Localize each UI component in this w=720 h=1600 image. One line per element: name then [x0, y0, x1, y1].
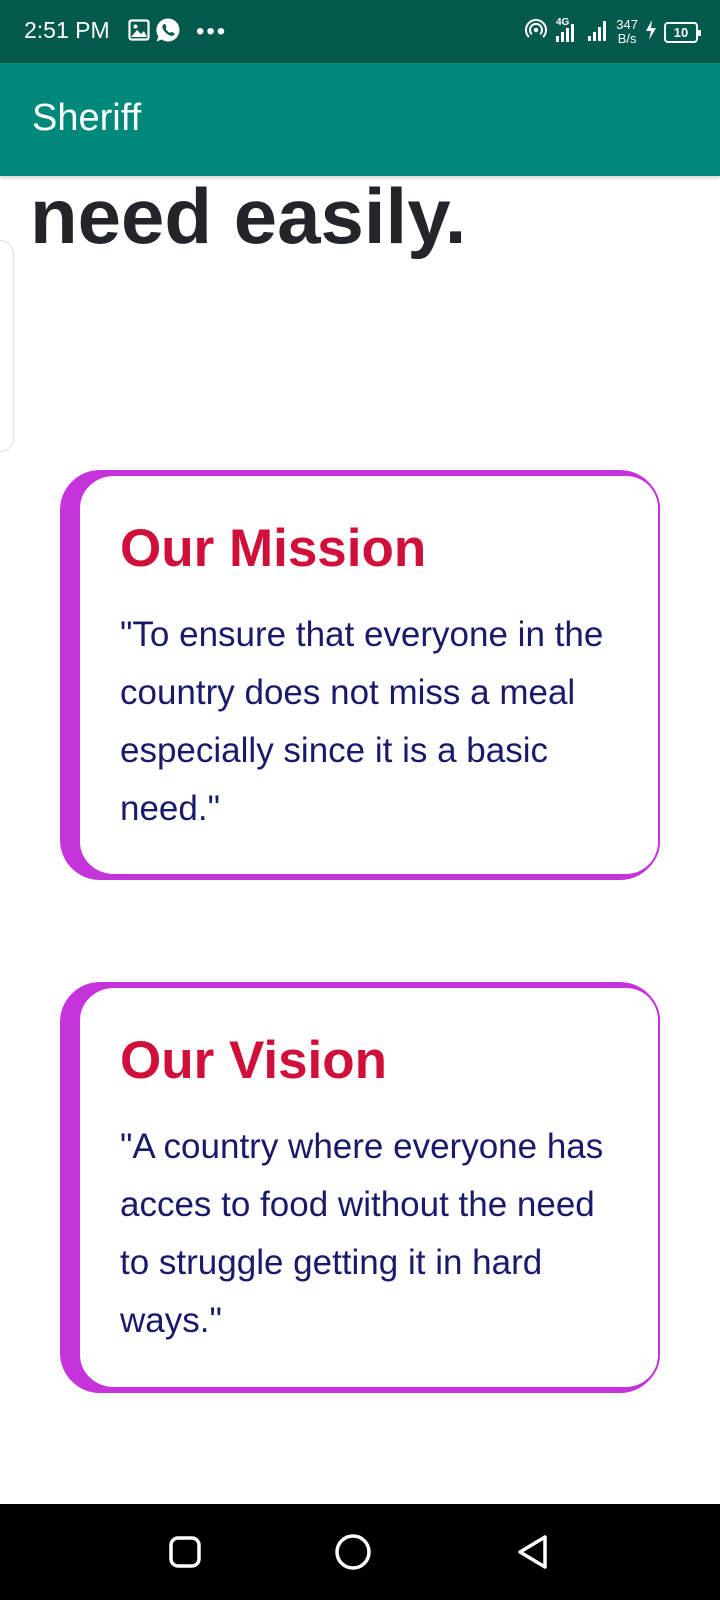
screen: 2:51 PM ••• 4G 347 B/s 10 Sheriff need e…: [0, 0, 720, 1600]
vision-card: Our Vision "A country where everyone has…: [60, 982, 660, 1393]
network-type-label: 4G: [556, 17, 570, 28]
charging-icon: [644, 19, 658, 46]
recents-square-icon[interactable]: [163, 1530, 207, 1574]
back-triangle-icon[interactable]: [512, 1530, 556, 1574]
mission-card: Our Mission "To ensure that everyone in …: [60, 470, 660, 880]
whatsapp-icon: [155, 17, 181, 48]
mission-text: "To ensure that everyone in the country …: [120, 615, 604, 828]
page-content[interactable]: which is a basic need easily. Our Missio…: [0, 176, 720, 1504]
network-speed: 347 B/s: [616, 18, 638, 46]
mission-title: Our Mission: [120, 519, 427, 578]
home-circle-icon[interactable]: [331, 1530, 375, 1574]
battery-icon: 10: [664, 21, 701, 43]
side-card-edge: [0, 240, 14, 452]
mission-card-body: Our Mission "To ensure that everyone in …: [80, 474, 660, 876]
hotspot-icon: [524, 18, 548, 47]
signal-icon: [586, 18, 610, 47]
navigation-bar: [0, 1504, 720, 1600]
more-dots-icon: •••: [196, 18, 228, 45]
app-bar: Sheriff: [0, 63, 720, 176]
vision-title: Our Vision: [120, 1031, 388, 1090]
status-right-icons: 4G 347 B/s 10: [524, 16, 701, 49]
network-speed-unit: B/s: [617, 31, 637, 46]
signal-4g-icon: 4G: [554, 16, 580, 49]
status-left-icons: •••: [128, 17, 228, 48]
image-icon: [128, 18, 150, 46]
vision-card-body: Our Vision "A country where everyone has…: [80, 986, 660, 1389]
vision-text: "A country where everyone has acces to f…: [120, 1127, 604, 1340]
network-speed-value: 347: [616, 17, 638, 32]
status-bar: 2:51 PM ••• 4G 347 B/s 10: [0, 0, 720, 63]
app-title: Sheriff: [32, 97, 142, 139]
status-time: 2:51 PM: [24, 17, 110, 43]
hero-heading: which is a basic need easily.: [30, 176, 467, 260]
